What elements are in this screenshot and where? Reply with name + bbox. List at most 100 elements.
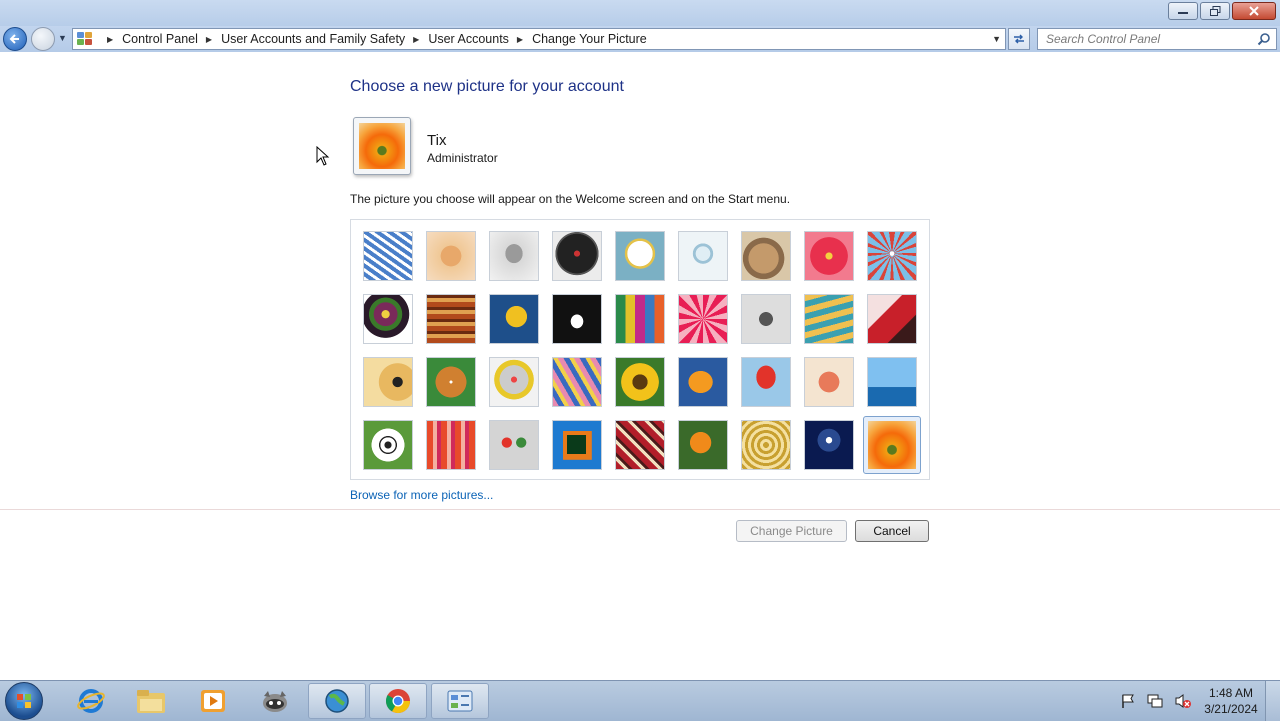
guitar-image — [364, 358, 412, 406]
breadcrumb-separator-icon[interactable]: ▶ — [413, 35, 419, 44]
orange-flower-avatar-image — [359, 123, 405, 169]
picture-sleeping-kitten[interactable] — [741, 231, 791, 281]
show-desktop-button[interactable] — [1265, 681, 1280, 721]
search-box[interactable] — [1037, 28, 1277, 50]
pink-flower-image — [805, 232, 853, 280]
ferris-wheel-image — [868, 232, 916, 280]
picture-gyroscope[interactable] — [678, 231, 728, 281]
picture-turntable[interactable] — [552, 231, 602, 281]
back-button[interactable] — [3, 27, 27, 51]
change-picture-button[interactable]: Change Picture — [736, 520, 847, 542]
picture-sailboat[interactable] — [867, 357, 917, 407]
picture-window[interactable] — [552, 420, 602, 470]
system-clock[interactable]: 1:48 AM 3/21/2024 — [1200, 685, 1262, 717]
refresh-button[interactable] — [1008, 28, 1030, 50]
mouse-cursor-icon — [316, 146, 330, 166]
close-icon — [1249, 6, 1259, 16]
picture-scarf[interactable] — [552, 357, 602, 407]
picture-gallery — [350, 219, 930, 480]
breadcrumb-separator-icon[interactable]: ▶ — [107, 35, 113, 44]
address-bar[interactable]: ▶ Control Panel ▶ User Accounts and Famil… — [72, 28, 1006, 50]
picture-orange-flower[interactable] — [863, 416, 921, 474]
back-arrow-icon — [9, 34, 19, 44]
search-icon[interactable] — [1257, 32, 1271, 46]
paper-crane-image — [868, 295, 916, 343]
picture-butterfly[interactable] — [678, 420, 728, 470]
breadcrumb-change-your-picture[interactable]: Change Your Picture — [532, 32, 647, 46]
picture-crayons[interactable] — [615, 294, 665, 344]
folder-icon — [137, 690, 165, 713]
breadcrumb-label[interactable]: Change Your Picture — [532, 32, 647, 46]
picture-soccer-ball[interactable] — [363, 420, 413, 470]
breadcrumb-label[interactable]: Control Panel — [122, 32, 198, 46]
stairs-image — [805, 295, 853, 343]
picture-lucky-cat[interactable] — [615, 231, 665, 281]
breadcrumb-user-accounts-family-safety[interactable]: User Accounts and Family Safety ▶ — [221, 32, 428, 46]
picture-roller-coaster[interactable] — [363, 231, 413, 281]
picture-fabric-weave[interactable] — [426, 294, 476, 344]
sleeping-kitten-image — [742, 232, 790, 280]
picture-striped-fabric[interactable] — [426, 420, 476, 470]
action-center-flag-icon[interactable] — [1120, 693, 1136, 709]
start-button[interactable] — [5, 682, 43, 720]
picture-ginkgo-leaf[interactable] — [489, 294, 539, 344]
taskbar-control-panel[interactable] — [431, 683, 489, 719]
minimize-button[interactable] — [1168, 2, 1198, 20]
picture-robot-figure[interactable] — [489, 231, 539, 281]
picture-marbles[interactable] — [489, 420, 539, 470]
clock-time: 1:48 AM — [1208, 686, 1254, 700]
breadcrumb-label[interactable]: User Accounts — [428, 32, 509, 46]
taskbar-internet-explorer[interactable] — [62, 683, 120, 719]
taskbar-chrome[interactable] — [369, 683, 427, 719]
address-dropdown-icon[interactable]: ▼ — [992, 34, 1001, 44]
chrome-icon — [385, 689, 410, 714]
taskbar-file-explorer[interactable] — [122, 683, 180, 719]
breadcrumb-separator-icon[interactable]: ▶ — [517, 35, 523, 44]
picture-lighthouse[interactable] — [804, 420, 854, 470]
restore-icon — [1209, 6, 1220, 16]
navigation-bar: ▼ ▶ Control Panel ▶ User Accounts and Fam… — [0, 26, 1280, 52]
breadcrumb-separator-icon[interactable]: ▶ — [206, 35, 212, 44]
picture-woven-textile[interactable] — [615, 420, 665, 470]
picture-description: The picture you choose will appear on th… — [350, 192, 791, 206]
close-button[interactable] — [1232, 2, 1276, 20]
lucky-cat-image — [616, 232, 664, 280]
woven-textile-image — [616, 421, 664, 469]
cancel-button[interactable]: Cancel — [855, 520, 929, 542]
orange-flower-image — [868, 421, 916, 469]
taskbar-media-player[interactable] — [184, 683, 242, 719]
picture-pink-flower[interactable] — [804, 231, 854, 281]
network-icon[interactable] — [1146, 693, 1164, 709]
picture-dog[interactable] — [552, 294, 602, 344]
control-panel-icon — [77, 32, 93, 46]
taskbar-network-app[interactable] — [308, 683, 366, 719]
breadcrumb-user-accounts[interactable]: User Accounts ▶ — [428, 32, 532, 46]
browse-more-pictures-link[interactable]: Browse for more pictures... — [350, 488, 493, 502]
picture-ferris-wheel[interactable] — [867, 231, 917, 281]
volume-muted-icon[interactable] — [1174, 693, 1192, 709]
search-input[interactable] — [1044, 31, 1248, 47]
recent-pages-dropdown[interactable]: ▼ — [58, 33, 67, 43]
forward-button[interactable] — [31, 27, 55, 51]
picture-pomeranian[interactable] — [426, 357, 476, 407]
breadcrumb-control-panel[interactable]: Control Panel ▶ — [122, 32, 221, 46]
breadcrumb-label[interactable]: User Accounts and Family Safety — [221, 32, 405, 46]
picture-toy-robot[interactable] — [489, 357, 539, 407]
picture-fish[interactable] — [678, 357, 728, 407]
picture-stairs[interactable] — [804, 294, 854, 344]
taskbar-raccoon-app[interactable] — [246, 683, 304, 719]
picture-spiral[interactable] — [741, 420, 791, 470]
picture-jacks[interactable] — [741, 294, 791, 344]
picture-paper-crane[interactable] — [867, 294, 917, 344]
picture-ball[interactable] — [363, 294, 413, 344]
picture-starfish[interactable] — [426, 231, 476, 281]
dog-image — [553, 295, 601, 343]
picture-star-lantern[interactable] — [678, 294, 728, 344]
minimize-icon — [1178, 12, 1188, 14]
picture-toy-figure[interactable] — [804, 357, 854, 407]
restore-button[interactable] — [1200, 2, 1230, 20]
picture-sunflower[interactable] — [615, 357, 665, 407]
starfish-image — [427, 232, 475, 280]
picture-hot-air-balloon[interactable] — [741, 357, 791, 407]
picture-guitar[interactable] — [363, 357, 413, 407]
